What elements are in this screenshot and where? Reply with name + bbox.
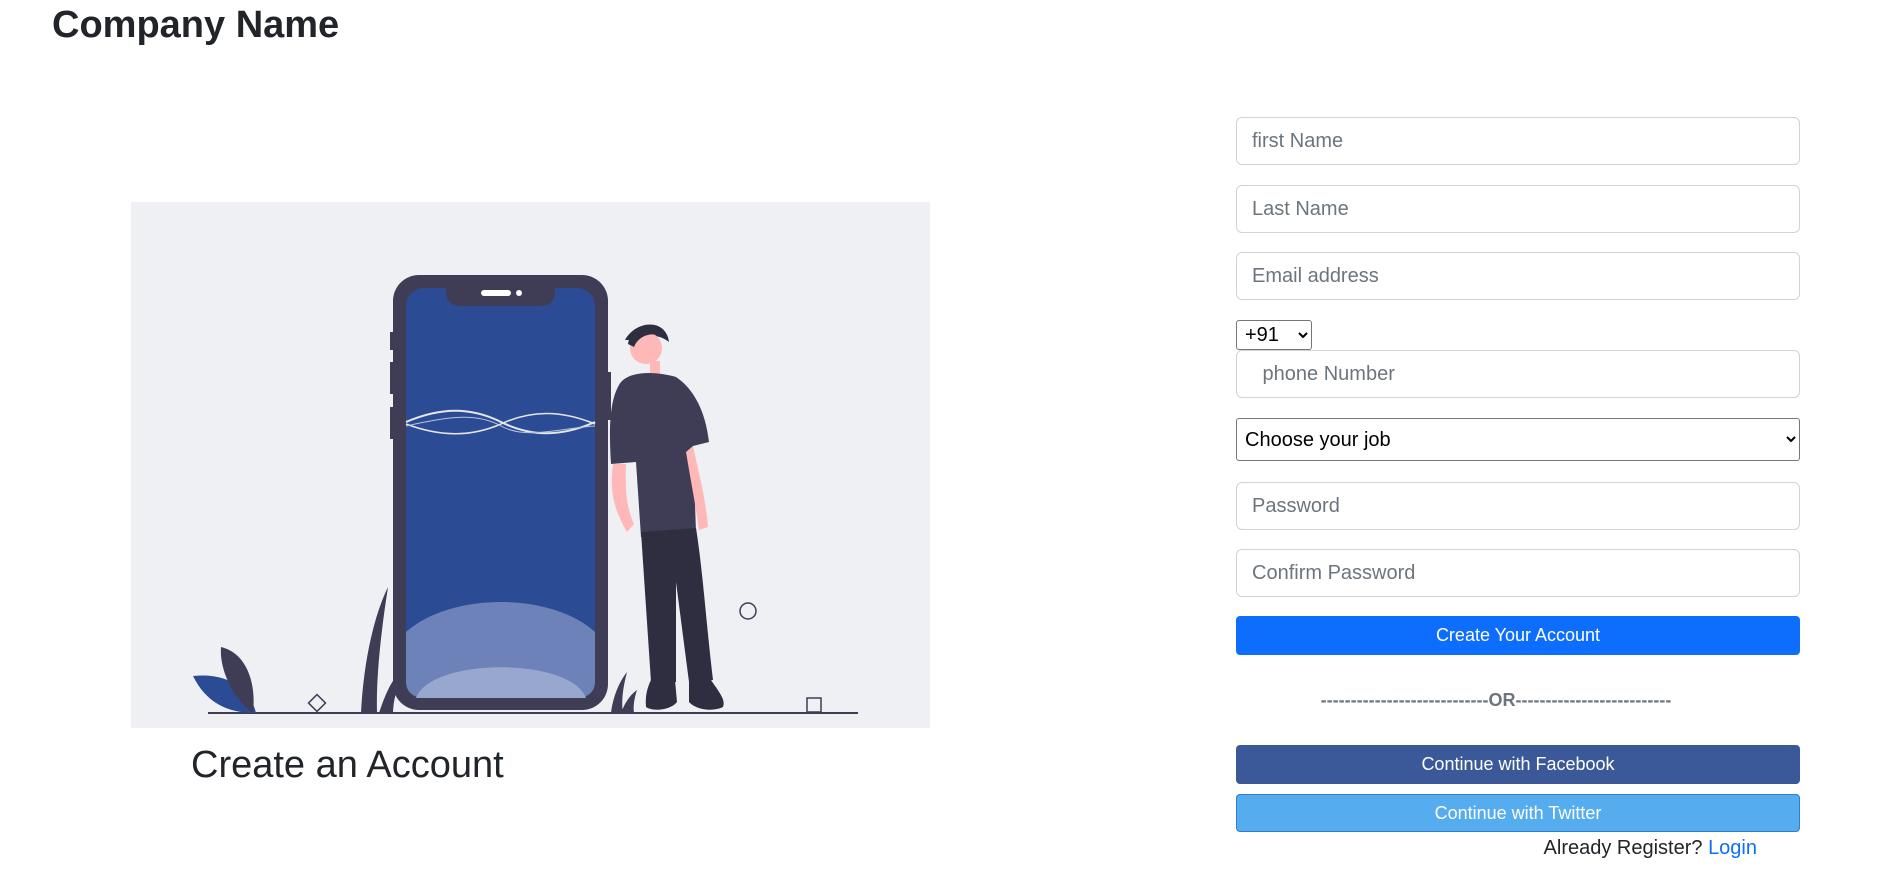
- create-account-heading: Create an Account: [191, 744, 504, 786]
- email-input[interactable]: [1236, 252, 1800, 300]
- signup-form: +91 Choose your job Create Your Account …: [1236, 0, 1800, 872]
- country-code-select[interactable]: +91: [1236, 320, 1312, 350]
- last-name-input[interactable]: [1236, 185, 1800, 233]
- phone-person-illustration: [193, 275, 858, 714]
- company-brand: Company Name: [52, 4, 340, 46]
- twitter-login-button[interactable]: Continue with Twitter: [1236, 794, 1800, 832]
- facebook-login-button[interactable]: Continue with Facebook: [1236, 745, 1800, 784]
- phone-number-input[interactable]: [1236, 350, 1800, 398]
- login-prompt-text: Already Register?: [1543, 837, 1703, 859]
- login-prompt-line: Already Register? Login: [1544, 836, 1757, 860]
- hero-illustration: [131, 202, 930, 728]
- password-input[interactable]: [1236, 482, 1800, 530]
- first-name-input[interactable]: [1236, 117, 1800, 165]
- login-link[interactable]: Login: [1708, 837, 1757, 859]
- confirm-password-input[interactable]: [1236, 549, 1800, 597]
- job-select[interactable]: Choose your job: [1236, 418, 1800, 461]
- create-account-button[interactable]: Create Your Account: [1236, 616, 1800, 655]
- or-divider: ----------------------------OR----------…: [1320, 690, 1672, 710]
